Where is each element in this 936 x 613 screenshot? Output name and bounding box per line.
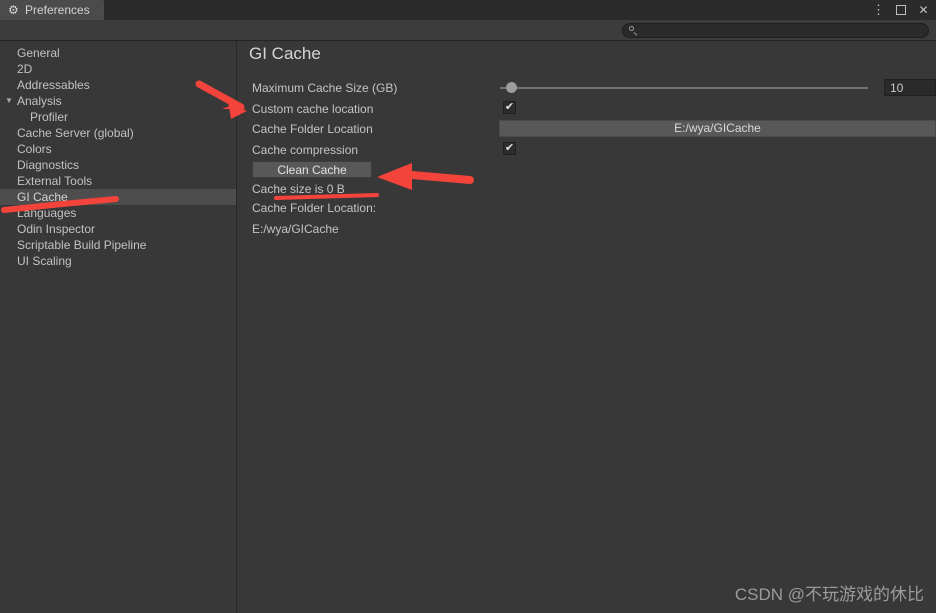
sidebar-item-label: External Tools (17, 174, 93, 188)
sidebar-item-2d[interactable]: 2D (0, 61, 236, 77)
sidebar-item-external-tools[interactable]: External Tools (0, 173, 236, 189)
maximum-cache-size-input[interactable] (884, 79, 936, 96)
cache-folder-location-field[interactable]: E:/wya/GICache (499, 120, 936, 137)
chevron-down-icon[interactable]: ▼ (5, 93, 14, 109)
custom-cache-location-checkbox[interactable]: ✔ (503, 101, 516, 114)
cache-folder-location-label: Cache Folder Location (252, 122, 373, 136)
sidebar-item-label: Odin Inspector (17, 222, 96, 236)
title-bar: ⚙ Preferences ⋮ ✕ (0, 0, 936, 20)
sidebar-item-gi-cache[interactable]: GI Cache (0, 189, 236, 205)
preferences-window: ⚙ Preferences ⋮ ✕ General 2D Addressables ▼… (0, 0, 936, 613)
tab-preferences[interactable]: ⚙ Preferences (0, 0, 104, 20)
search-input[interactable] (642, 24, 912, 37)
maximum-cache-size-label: Maximum Cache Size (GB) (252, 81, 398, 95)
close-icon[interactable]: ✕ (917, 4, 930, 16)
sidebar-item-diagnostics[interactable]: Diagnostics (0, 157, 236, 173)
slider-handle[interactable] (506, 82, 518, 93)
sidebar-item-label: General (17, 46, 60, 60)
sidebar-item-label: Languages (17, 206, 77, 220)
sidebar-item-colors[interactable]: Colors (0, 141, 236, 157)
cache-compression-label: Cache compression (252, 143, 359, 157)
cache-folder-path-value: E:/wya/GICache (252, 222, 339, 236)
page-title: GI Cache (249, 44, 321, 63)
custom-cache-location-label: Custom cache location (252, 102, 374, 116)
sidebar-item-addressables[interactable]: Addressables (0, 77, 236, 93)
gear-icon: ⚙ (8, 2, 19, 17)
sidebar-item-general[interactable]: General (0, 45, 236, 61)
sidebar-item-analysis[interactable]: ▼ Analysis (0, 93, 236, 109)
sidebar-item-label: 2D (17, 62, 33, 76)
sidebar-item-odin-inspector[interactable]: Odin Inspector (0, 221, 236, 237)
window-controls: ⋮ ✕ (872, 0, 930, 20)
row-cache-folder-location: Cache Folder Location E:/wya/GICache (238, 119, 936, 139)
sidebar-item-ui-scaling[interactable]: UI Scaling (0, 253, 236, 269)
search-box[interactable] (622, 23, 929, 38)
sidebar-item-label: GI Cache (17, 190, 68, 204)
row-maximum-cache-size: Maximum Cache Size (GB) (238, 78, 936, 98)
sidebar-item-label: Colors (17, 142, 52, 156)
settings-sidebar[interactable]: General 2D Addressables ▼ Analysis Profiler Ca… (0, 41, 237, 613)
sidebar-item-languages[interactable]: Languages (0, 205, 236, 221)
sidebar-item-label: Diagnostics (17, 158, 80, 172)
sidebar-item-label: Cache Server (global) (17, 126, 134, 140)
maximum-cache-size-slider[interactable] (500, 82, 868, 93)
sidebar-item-label: Scriptable Build Pipeline (17, 238, 147, 252)
sidebar-item-label: Profiler (30, 110, 69, 124)
watermark: CSDN @不玩游戏的休比 (734, 585, 924, 604)
row-custom-cache-location: Custom cache location ✔ (238, 99, 936, 119)
more-options-icon[interactable]: ⋮ (872, 3, 885, 16)
sidebar-item-profiler[interactable]: Profiler (0, 109, 236, 125)
row-clean-cache: Clean Cache (238, 161, 936, 181)
tab-label: Preferences (25, 3, 90, 17)
sidebar-item-label: UI Scaling (17, 254, 72, 268)
cache-folder-location-caption: Cache Folder Location: (252, 201, 377, 215)
sidebar-item-label: Analysis (17, 94, 62, 108)
gi-cache-panel: GI Cache Maximum Cache Size (GB) Custom … (238, 41, 936, 613)
search-icon (629, 26, 638, 35)
clean-cache-button[interactable]: Clean Cache (252, 161, 372, 178)
sidebar-item-cache-server-global[interactable]: Cache Server (global) (0, 125, 236, 141)
maximize-icon[interactable] (896, 5, 906, 15)
sidebar-item-scriptable-build-pipeline[interactable]: Scriptable Build Pipeline (0, 237, 236, 253)
row-cache-compression: Cache compression ✔ (238, 140, 936, 160)
cache-size-info: Cache size is 0 B (252, 182, 345, 196)
cache-compression-checkbox[interactable]: ✔ (503, 142, 516, 155)
toolbar (0, 20, 936, 41)
sidebar-item-label: Addressables (17, 78, 90, 92)
sidebar-list: General 2D Addressables ▼ Analysis Profiler Ca… (0, 41, 236, 269)
